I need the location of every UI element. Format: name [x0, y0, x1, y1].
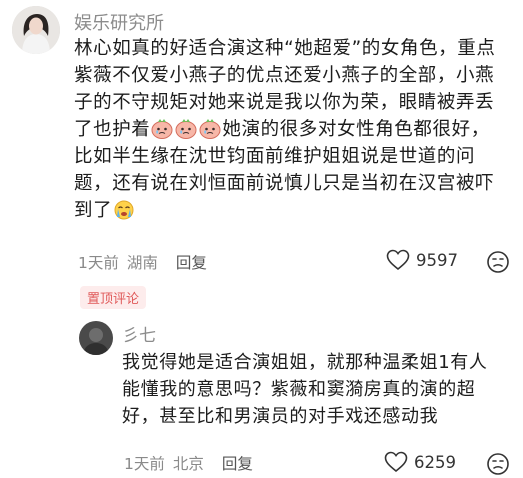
dislike-face-icon[interactable] [486, 452, 510, 476]
heart-icon [384, 451, 408, 473]
comment-line: 子的不守规矩对她来说是我以你为荣，眼睛被弄丢 [74, 92, 495, 113]
comment-line: 了也护着 她演的很多对女性角色都很好， [74, 116, 520, 143]
avatar-image [79, 321, 113, 355]
tearful-face-emoji-icon [175, 119, 197, 139]
reply-line: 好，甚至比和男演员的对手戏还感动我 [122, 406, 439, 427]
comment-line: 林心如真的好适合演这种“她超爱”的女角色，重点 [74, 38, 496, 59]
tearful-face-emoji-icon [199, 119, 221, 139]
comment-meta: 1天前 湖南 回复 [78, 251, 215, 273]
like-count: 6259 [414, 452, 456, 472]
crying-face-emoji-icon [114, 200, 134, 220]
reply-like-button[interactable]: 6259 [384, 451, 456, 473]
pinned-comment-badge: 置顶评论 [80, 286, 147, 309]
reply-button[interactable]: 回复 [222, 455, 253, 473]
comment-line: 题，还有说在刘恒面前说慎儿只是当初在汉宫被吓 [74, 173, 495, 194]
like-count: 9597 [416, 250, 458, 270]
comment-text: 林心如真的好适合演这种“她超爱”的女角色，重点 紫薇不仅爱小燕子的优点还爱小燕子… [74, 35, 520, 224]
heart-icon [386, 249, 410, 271]
dislike-face-icon[interactable] [486, 250, 510, 274]
reply-text: 我觉得她是适合演姐姐，就那种温柔姐1有人 能懂我的意思吗？紫薇和窦漪房真的演的超… [122, 349, 520, 430]
comment-line: 到了 [74, 197, 520, 224]
timestamp: 1天前 [124, 455, 165, 473]
comment-line: 紫薇不仅爱小燕子的优点还爱小燕子的全部，小燕 [74, 65, 495, 86]
like-button[interactable]: 9597 [386, 249, 458, 271]
reply-line: 我觉得她是适合演姐姐，就那种温柔姐1有人 [122, 352, 488, 373]
comment-line-segment: 到了 [74, 200, 113, 221]
reply-line: 能懂我的意思吗？紫薇和窦漪房真的演的超 [122, 379, 476, 400]
comment-line-segment: 了也护着 [74, 119, 151, 140]
reply-avatar[interactable] [79, 321, 113, 355]
tearful-face-emoji-icon [151, 119, 173, 139]
username[interactable]: 娱乐研究所 [74, 9, 164, 35]
comment-line: 比如半生缘在沈世钧面前维护姐姐说是世道的问 [74, 146, 476, 167]
avatar-image [12, 6, 60, 54]
reply-username[interactable]: 彡七 [122, 321, 156, 346]
timestamp: 1天前 [78, 254, 119, 272]
reply-meta: 1天前 北京 回复 [124, 452, 261, 474]
comment-line-segment: 她演的很多对女性角色都很好， [222, 119, 490, 140]
avatar[interactable] [12, 6, 60, 54]
location: 北京 [172, 455, 204, 473]
reply-button[interactable]: 回复 [176, 254, 207, 272]
location: 湖南 [126, 254, 158, 272]
